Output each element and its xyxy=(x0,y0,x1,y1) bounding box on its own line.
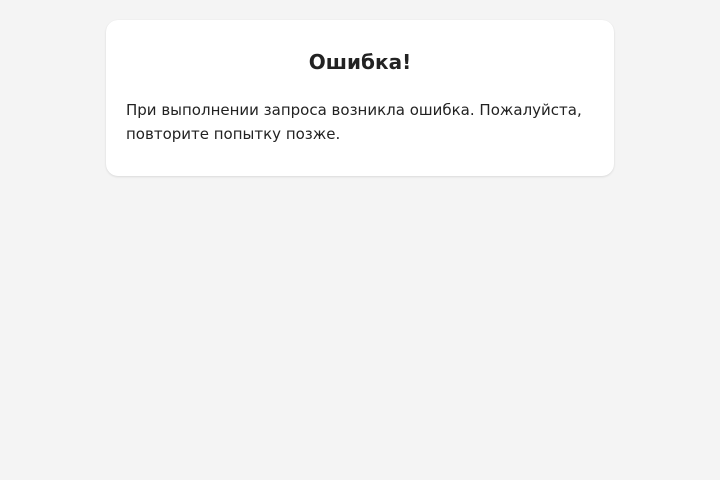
error-message: При выполнении запроса возникла ошибка. … xyxy=(126,101,582,143)
error-title: Ошибка! xyxy=(308,50,412,74)
page: { "error": { "title": "Ошибка!", "messag… xyxy=(0,0,720,480)
error-card: Ошибка! При выполнении запроса возникла … xyxy=(106,20,614,176)
